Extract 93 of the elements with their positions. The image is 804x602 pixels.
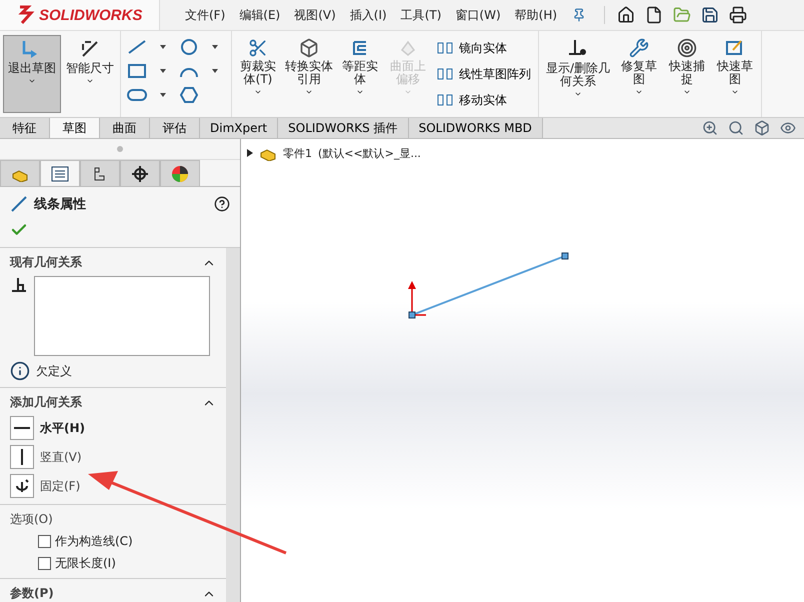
- checkbox-label: 无限长度(I): [55, 555, 116, 572]
- logo-icon: [18, 5, 36, 25]
- command-tab[interactable]: DimXpert: [200, 118, 278, 138]
- menu-item[interactable]: 文件(F): [178, 6, 232, 24]
- section-title: 选项(O): [10, 511, 54, 528]
- command-tab[interactable]: 特征: [0, 118, 50, 138]
- tool-icon: [437, 41, 453, 55]
- panel-tab[interactable]: [80, 160, 120, 186]
- menu-item[interactable]: 窗口(W): [448, 6, 508, 24]
- print-icon[interactable]: [729, 6, 748, 24]
- home-icon[interactable]: [617, 6, 636, 24]
- ribbon-button[interactable]: 镜向实体: [433, 35, 535, 61]
- relation-button[interactable]: [10, 416, 34, 440]
- ribbon-button[interactable]: 等距实体: [337, 35, 383, 113]
- panel-tab[interactable]: [160, 160, 200, 186]
- relation-label[interactable]: 水平(H): [40, 420, 86, 436]
- help-icon[interactable]: [214, 196, 230, 212]
- cube-icon[interactable]: [754, 120, 770, 136]
- surface-offset-icon: [398, 38, 418, 58]
- line-icon: [10, 195, 28, 213]
- eye-icon[interactable]: [780, 120, 796, 136]
- save-icon[interactable]: [701, 6, 720, 24]
- checkbox-label: 作为构造线(C): [55, 533, 133, 550]
- vertical-line-icon: [21, 449, 23, 465]
- dropdown-arrow-icon[interactable]: [160, 69, 166, 73]
- menu-item[interactable]: 帮助(H): [508, 6, 564, 24]
- wrench-icon: [629, 38, 649, 58]
- checkbox[interactable]: [38, 535, 51, 548]
- cube-icon: [299, 38, 319, 58]
- relation-label[interactable]: 竖直(V): [40, 448, 82, 466]
- scissors-icon: [248, 38, 268, 58]
- slot-tool-icon[interactable]: [127, 88, 147, 102]
- command-tab[interactable]: 评估: [150, 118, 200, 138]
- relation-label[interactable]: 固定(F): [40, 478, 80, 494]
- ribbon-button[interactable]: 移动实体: [433, 87, 535, 113]
- tree-config-text: (默认<<默认>_显...: [318, 146, 421, 160]
- crosshair-icon: [132, 166, 148, 182]
- dropdown-arrow-icon[interactable]: [212, 69, 218, 73]
- dropdown-arrow-icon[interactable]: [160, 45, 166, 49]
- rectangle-tool-icon[interactable]: [127, 63, 147, 79]
- ribbon-button[interactable]: 剪裁实体(T): [235, 35, 281, 113]
- ribbon-button[interactable]: 线性草图阵列: [433, 61, 535, 87]
- relation-icon: [10, 276, 28, 292]
- search-icon[interactable]: [728, 120, 744, 136]
- tool-icon: [437, 67, 453, 81]
- command-tab[interactable]: 草图: [50, 118, 100, 138]
- color-wheel-icon: [171, 164, 189, 182]
- section-title: 添加几何关系: [10, 394, 82, 411]
- section-title: 参数(P): [10, 585, 54, 602]
- line-tool-icon[interactable]: [127, 39, 147, 55]
- menu-item[interactable]: 视图(V): [287, 6, 343, 24]
- ribbon-button[interactable]: 显示/删除几何关系: [542, 35, 614, 113]
- zoom-icon[interactable]: [702, 120, 718, 136]
- status-text: 欠定义: [36, 362, 72, 380]
- menu-item[interactable]: 插入(I): [342, 6, 394, 24]
- ribbon-button[interactable]: 修复草图: [616, 35, 662, 113]
- command-tab[interactable]: SOLIDWORKS 插件: [278, 118, 409, 138]
- relation-button[interactable]: [10, 445, 34, 469]
- ribbon-button[interactable]: 智能尺寸: [63, 35, 117, 113]
- menu-item[interactable]: 编辑(E): [232, 6, 288, 24]
- circle-tool-icon[interactable]: [180, 38, 198, 56]
- anchor-icon: [14, 478, 30, 494]
- dropdown-arrow-icon[interactable]: [212, 45, 218, 49]
- property-list-icon: [51, 166, 69, 182]
- info-icon: [10, 361, 30, 381]
- scrollbar[interactable]: [226, 248, 240, 602]
- resize-handle[interactable]: [117, 146, 123, 152]
- horizontal-line-icon: [14, 427, 30, 429]
- ribbon-button[interactable]: 转换实体引用: [283, 35, 335, 113]
- relations-list[interactable]: [34, 276, 210, 356]
- new-file-icon[interactable]: [645, 6, 664, 24]
- command-tab[interactable]: SOLIDWORKS MBD: [408, 118, 543, 138]
- origin-axes-drawing: [408, 281, 426, 318]
- panel-tab[interactable]: [120, 160, 160, 186]
- tree-item[interactable]: 零件1: [283, 146, 312, 160]
- panel-title: 线条属性: [34, 196, 86, 213]
- checkbox[interactable]: [38, 557, 51, 570]
- relation-button[interactable]: [10, 474, 34, 498]
- target-icon: [677, 38, 697, 58]
- panel-tab[interactable]: [40, 160, 80, 186]
- app-logo: SOLIDWORKS: [39, 6, 142, 24]
- pencil-icon: [725, 38, 745, 58]
- ribbon-button[interactable]: 快速捕捉: [664, 35, 710, 113]
- expand-arrow-icon[interactable]: [247, 149, 253, 157]
- command-tab[interactable]: 曲面: [100, 118, 150, 138]
- menu-item[interactable]: 工具(T): [394, 6, 448, 24]
- dropdown-arrow-icon[interactable]: [160, 93, 166, 97]
- ribbon-button[interactable]: 快速草图: [712, 35, 758, 113]
- section-title: 现有几何关系: [10, 254, 82, 271]
- pin-icon[interactable]: [572, 8, 586, 22]
- ribbon-button[interactable]: 退出草图: [3, 35, 61, 113]
- polygon-tool-icon[interactable]: [180, 86, 198, 104]
- tool-icon: [437, 93, 453, 107]
